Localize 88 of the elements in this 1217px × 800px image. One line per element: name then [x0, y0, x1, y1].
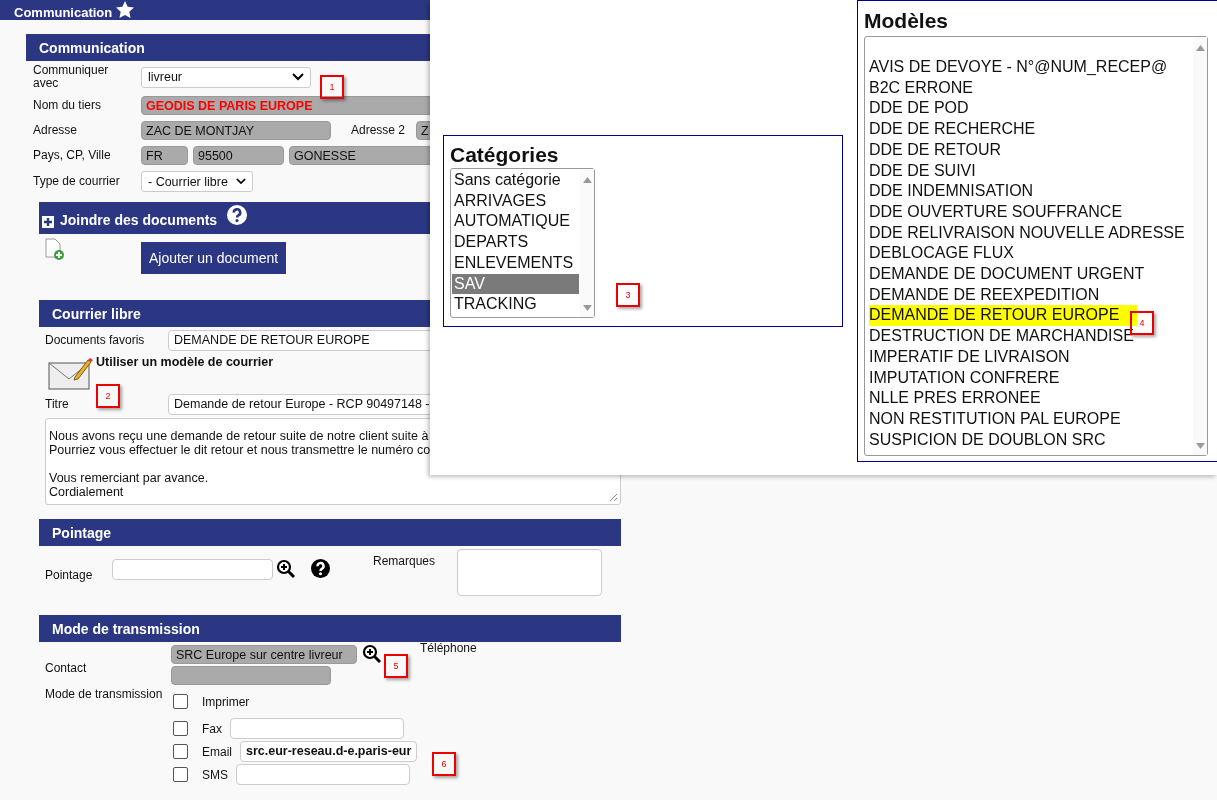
field-label: Pointage [45, 569, 94, 582]
categories-listbox[interactable]: Sans catégorie ARRIVAGES AUTOMATIQUE DEPARTS ENLEVEMENTS SAV TRACKING [450, 168, 595, 318]
list-item[interactable]: SUSPICION DE DOUBLON SRC [869, 429, 1192, 451]
section-title: Joindre des documents [60, 212, 218, 228]
field-label: Adresse 2 [351, 124, 407, 137]
help-icon[interactable] [311, 559, 330, 578]
list-item[interactable]: NON RESTITUTION PAL EUROPE [869, 408, 1192, 430]
field-label: Remarques [373, 555, 437, 568]
callout-marker: 1 [320, 75, 344, 99]
zoom-in-icon[interactable] [276, 559, 296, 579]
zoom-in-icon[interactable] [362, 644, 382, 664]
field-label: Mode de transmission [45, 688, 164, 701]
recipient-select[interactable]: livreur [141, 66, 311, 88]
callout-marker: 2 [96, 384, 120, 408]
checkbox[interactable] [173, 721, 188, 736]
email-field[interactable]: src.eur-reseau.d-e.paris-eur [240, 741, 418, 762]
scrollbar[interactable] [580, 169, 594, 317]
pointage-field[interactable] [112, 559, 273, 580]
list-item[interactable]: B2C ERRONE [869, 77, 1192, 99]
section-header: Mode de transmission [39, 615, 621, 642]
list-item[interactable]: DEMANDE DE DOCUMENT URGENT [869, 264, 1192, 285]
list-item[interactable]: DDE DE RETOUR [869, 139, 1192, 161]
list-item[interactable]: DDE INDEMNISATION [869, 181, 1192, 202]
option-label: SMS [202, 767, 228, 782]
callout-marker: 3 [616, 283, 640, 307]
list-item[interactable]: AUTOMATIQUE [452, 211, 579, 233]
list-item[interactable]: ARRIVAGES [452, 190, 579, 212]
list-item[interactable]: IMPUTATION CONFRERE [869, 367, 1192, 389]
scroll-down-icon[interactable] [1195, 443, 1205, 449]
location-field: 95500 [193, 146, 284, 165]
section-header: Pointage [39, 519, 621, 546]
list-item[interactable]: DEMANDE DE RETOUR EUROPE [869, 305, 1137, 327]
list-item[interactable]: DDE RELIVRAISON NOUVELLE ADRESSE [869, 222, 1192, 244]
input-field[interactable] [230, 718, 404, 739]
field-label: Nom du tiers [33, 99, 103, 112]
field-label: Titre [45, 398, 70, 411]
mail-type-select[interactable]: - Courrier libre [141, 171, 253, 192]
resize-grip-icon[interactable] [609, 493, 618, 502]
field-label: Adresse [33, 124, 79, 137]
callout-marker: 5 [384, 654, 408, 678]
list-item[interactable]: DEPARTS [452, 232, 579, 253]
field-label: Pays, CP, Ville [33, 149, 112, 162]
list-item[interactable]: DDE OUVERTURE SOUFFRANCE [869, 201, 1192, 223]
option-label: Imprimer [202, 694, 250, 709]
option-label: Email [202, 744, 232, 759]
star-icon[interactable] [116, 1, 135, 18]
page-title: Communication [14, 6, 113, 20]
callout-marker: 4 [1130, 311, 1154, 335]
help-icon[interactable] [227, 205, 248, 225]
template-link[interactable]: Utiliser un modèle de courrier [96, 355, 274, 369]
document-add-icon[interactable] [45, 238, 65, 260]
list-item[interactable]: DEMANDE DE REEXPEDITION [869, 284, 1192, 306]
list-item[interactable]: DDE DE POD [869, 98, 1192, 120]
list-item[interactable]: ENLEVEMENTS [452, 252, 579, 274]
scroll-down-icon[interactable] [582, 305, 592, 311]
message-paragraph: Nous avons reçu une demande de retour suite de notre client suite à Pourriez vous effectuer le dit retour et nous transmettre le numéro co [49, 429, 431, 457]
scroll-up-icon[interactable] [582, 177, 592, 183]
address-field: ZAC DE MONTJAY [141, 121, 331, 140]
list-item[interactable]: SAV [452, 273, 579, 295]
list-item[interactable]: IMPERATIF DE LIVRAISON [869, 346, 1192, 368]
chevron-icon [236, 178, 246, 185]
list-item[interactable]: NLLE PRES ERRONEE [869, 388, 1192, 409]
field-label: Communiquer avec [33, 64, 110, 90]
checkbox[interactable] [173, 744, 188, 759]
list-item[interactable]: DEBLOCAGE FLUX [869, 243, 1192, 265]
list-item[interactable]: DDE DE SUIVI [869, 160, 1192, 182]
message-paragraph: Vous remerciant par avance. Cordialement [49, 471, 209, 499]
list-item[interactable]: DDE DE RECHERCHE [869, 119, 1192, 140]
contact-field: SRC Europe sur centre livreur [171, 644, 357, 664]
list-item[interactable]: AVIS DE DEVOYE - N°@NUM_RECEP@ [869, 57, 1192, 78]
list-item[interactable]: Sans catégorie [452, 170, 579, 191]
chevron-icon [292, 73, 304, 81]
checkbox[interactable] [173, 767, 188, 782]
location-field: FR [141, 146, 188, 165]
callout-marker: 6 [432, 752, 456, 776]
field-label: Documents favoris [45, 334, 146, 347]
plus-icon[interactable] [42, 216, 54, 228]
add-document-button[interactable]: Ajouter un document [141, 242, 287, 274]
envelope-pencil-icon[interactable] [48, 357, 94, 391]
option-label: Fax [202, 721, 222, 736]
checkbox[interactable] [173, 694, 188, 709]
panel-title: Modèles [864, 8, 950, 34]
field-label: Téléphone [420, 641, 477, 655]
scrollbar[interactable] [1193, 37, 1207, 455]
input-field[interactable] [236, 764, 410, 785]
field-label: Contact [45, 662, 88, 675]
scroll-up-icon[interactable] [1195, 45, 1205, 51]
field-label: Type de courrier [33, 175, 121, 188]
